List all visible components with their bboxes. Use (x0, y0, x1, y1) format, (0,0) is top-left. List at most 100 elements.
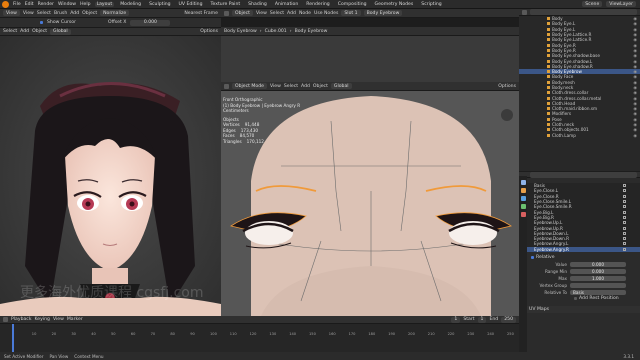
menu-brush[interactable]: Brush (54, 11, 67, 16)
3d-viewport[interactable]: Front Orthographic (1) Body Eyebrow | Ey… (221, 91, 519, 316)
transform-orientation-vp[interactable]: Global (330, 83, 352, 89)
menu-object-vp[interactable]: Object (313, 84, 328, 89)
visibility-eye-icon[interactable]: ◉ (633, 133, 637, 138)
shape-key-checkbox[interactable] (623, 247, 626, 251)
menu-add[interactable]: Add (70, 11, 79, 16)
menu-playback[interactable]: Playback (11, 317, 32, 322)
data-tab-icon[interactable] (520, 204, 526, 209)
visibility-eye-icon[interactable]: ◉ (633, 53, 637, 58)
visibility-eye-icon[interactable]: ◉ (633, 111, 637, 116)
shape-key-checkbox[interactable] (623, 184, 626, 188)
tab-uv-editing[interactable]: UV Editing (177, 2, 205, 7)
range-min-field[interactable]: 0.000 (570, 268, 626, 275)
tab-compositing[interactable]: Compositing (336, 2, 369, 7)
menu-add-vp[interactable]: Add (301, 84, 310, 89)
visibility-eye-icon[interactable]: ◉ (633, 43, 637, 48)
visibility-eye-icon[interactable]: ◉ (633, 85, 637, 90)
node-editor-area[interactable] (221, 36, 519, 82)
menu-render[interactable]: Render (38, 2, 54, 7)
tool-tab-icon[interactable] (520, 180, 526, 185)
menu-select-mid[interactable]: Select (270, 11, 284, 16)
render-viewport[interactable]: 更多海外优质课程 cgsfj.com (0, 36, 221, 316)
menu-select-vp[interactable]: Select (284, 84, 298, 89)
menu-help[interactable]: Help (80, 2, 90, 7)
visibility-eye-icon[interactable]: ◉ (633, 122, 637, 127)
outliner-row[interactable]: Cloth.Lamp ◉ (519, 133, 640, 138)
visibility-eye-icon[interactable]: ◉ (633, 69, 637, 74)
object-mode-dropdown[interactable]: Object Mode (232, 83, 267, 89)
visibility-eye-icon[interactable]: ◉ (633, 48, 637, 53)
properties-search[interactable] (530, 171, 637, 178)
mode-selector[interactable]: View (3, 10, 20, 16)
menu-view-tl[interactable]: View (53, 317, 64, 322)
shape-key-checkbox[interactable] (623, 215, 626, 219)
visibility-eye-icon[interactable]: ◉ (633, 21, 637, 26)
menu-object[interactable]: Object (82, 11, 97, 16)
breadcrumb-item[interactable]: Body Eyebrow (224, 29, 257, 34)
tab-layout[interactable]: Layout (94, 1, 115, 7)
tab-animation[interactable]: Animation (273, 2, 300, 7)
visibility-eye-icon[interactable]: ◉ (633, 32, 637, 37)
object-tab-icon[interactable] (520, 188, 526, 193)
value-field[interactable]: 0.000 (570, 261, 626, 268)
editor-type-icon[interactable] (224, 10, 229, 16)
menu-object-mid[interactable]: Object (232, 10, 253, 16)
visibility-eye-icon[interactable]: ◉ (633, 101, 637, 106)
menu-add-mid[interactable]: Add (287, 11, 296, 16)
visibility-eye-icon[interactable]: ◉ (633, 127, 637, 132)
playhead[interactable] (12, 324, 14, 352)
shape-key-checkbox[interactable] (623, 226, 626, 230)
outliner-search[interactable] (530, 9, 637, 15)
shape-key-checkbox[interactable] (623, 194, 626, 198)
visibility-eye-icon[interactable]: ◉ (633, 37, 637, 42)
slot-selector[interactable]: Slot 1 (341, 10, 361, 16)
visibility-eye-icon[interactable]: ◉ (633, 74, 637, 79)
uv-maps-label[interactable]: UV Maps (529, 307, 549, 312)
modifier-tab-icon[interactable] (520, 196, 526, 201)
menu-view-vp[interactable]: View (270, 84, 281, 89)
end-frame-field[interactable]: 250 (501, 316, 516, 323)
shape-key-checkbox[interactable] (623, 200, 626, 204)
tab-texture-paint[interactable]: Texture Paint (209, 2, 243, 7)
breadcrumb-item[interactable]: Cube.001 (265, 29, 287, 34)
visibility-eye-icon[interactable]: ◉ (633, 96, 637, 101)
start-frame-field[interactable]: 1 (477, 316, 487, 323)
checkbox-icon[interactable] (40, 21, 43, 24)
blender-logo-icon[interactable] (2, 0, 9, 8)
visibility-eye-icon[interactable]: ◉ (633, 117, 637, 122)
shape-key-checkbox[interactable] (623, 237, 626, 241)
scene-selector[interactable]: Scene (582, 1, 603, 7)
shape-key-checkbox[interactable] (623, 205, 626, 209)
visibility-eye-icon[interactable]: ◉ (633, 59, 637, 64)
menu-view[interactable]: View (23, 11, 34, 16)
tab-shading[interactable]: Shading (246, 2, 269, 7)
shape-key-row[interactable]: Eyebrow.Angry.R (519, 246, 640, 252)
tab-rendering[interactable]: Rendering (304, 2, 331, 7)
outliner-icon[interactable] (522, 9, 527, 15)
menu-view-mid[interactable]: View (256, 11, 267, 16)
visibility-eye-icon[interactable]: ◉ (633, 80, 637, 85)
visibility-eye-icon[interactable]: ◉ (633, 90, 637, 95)
shape-key-checkbox[interactable] (623, 231, 626, 235)
checkbox-icon[interactable] (531, 255, 534, 259)
options-menu-vp[interactable]: Options (498, 84, 516, 89)
transform-orientation[interactable]: Global (50, 28, 71, 35)
menu-object-2[interactable]: Object (32, 29, 47, 34)
menu-node-mid[interactable]: Node (299, 11, 311, 16)
menu-window[interactable]: Window (58, 2, 76, 7)
editor-type-icon[interactable] (3, 317, 8, 322)
menu-marker[interactable]: Marker (67, 317, 83, 322)
timeline-ruler[interactable]: 0102030405060708090100110120130140150160… (0, 324, 519, 350)
visibility-eye-icon[interactable]: ◉ (633, 16, 637, 21)
vertex-group-field[interactable] (570, 282, 626, 289)
shape-key-checkbox[interactable] (623, 221, 626, 225)
breadcrumb-item[interactable]: Body Eyebrow (295, 29, 328, 34)
shape-key-checkbox[interactable] (623, 242, 626, 246)
shape-key-checkbox[interactable] (623, 210, 626, 214)
navigation-gizmo-icon[interactable] (501, 109, 513, 121)
menu-add-2[interactable]: Add (20, 29, 29, 34)
menu-select-2[interactable]: Select (3, 29, 17, 34)
view-layer-selector[interactable]: ViewLayer (606, 1, 636, 7)
material-tab-icon[interactable] (520, 212, 526, 217)
nearest-frame-option[interactable]: Nearest Frame (184, 11, 218, 16)
